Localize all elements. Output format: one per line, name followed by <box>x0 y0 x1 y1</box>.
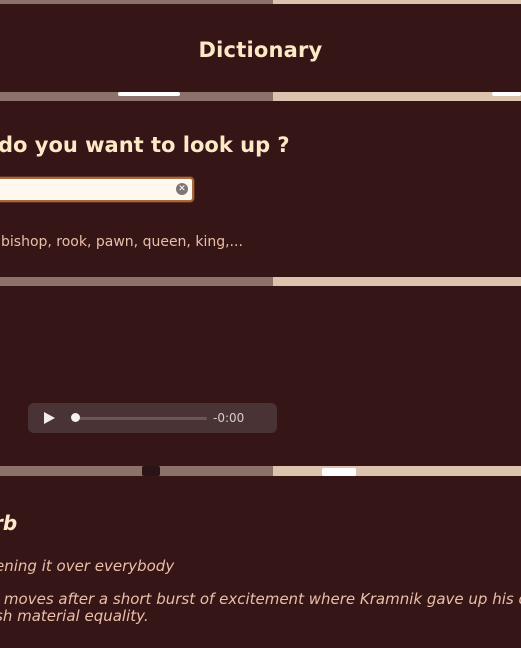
search-prompt: do you want to look up ? <box>0 133 290 157</box>
search-field[interactable]: ✕ <box>0 177 194 202</box>
example-text: l moves after a short burst of excitemen… <box>0 591 521 625</box>
time-readout: -0:00 <box>213 411 245 425</box>
chess-piece-icon <box>492 92 521 96</box>
chessboard-strip-2 <box>0 277 521 286</box>
audio-player[interactable]: -0:00 <box>28 403 277 433</box>
part-of-speech: rb <box>0 511 18 535</box>
pronunciation-panel <box>0 286 521 466</box>
search-hint: bishop, rook, pawn, queen, king,... <box>1 234 243 250</box>
clear-icon[interactable]: ✕ <box>176 183 188 195</box>
play-icon[interactable] <box>44 412 55 424</box>
chessboard-strip-1 <box>0 92 521 101</box>
example-line: sh material equality. <box>0 607 149 625</box>
chess-piece-icon <box>142 466 160 476</box>
seek-thumb[interactable] <box>71 413 80 422</box>
search-input[interactable] <box>0 179 166 200</box>
example-line: l moves after a short burst of excitemen… <box>0 590 521 608</box>
definition-text: ening it over everybody <box>0 557 175 575</box>
page-title: Dictionary <box>198 38 323 62</box>
chess-piece-icon <box>118 92 180 96</box>
chess-piece-icon <box>322 468 356 476</box>
seek-bar[interactable] <box>72 417 207 420</box>
header-panel: Dictionary <box>0 4 521 92</box>
chessboard-strip-3 <box>0 466 521 476</box>
